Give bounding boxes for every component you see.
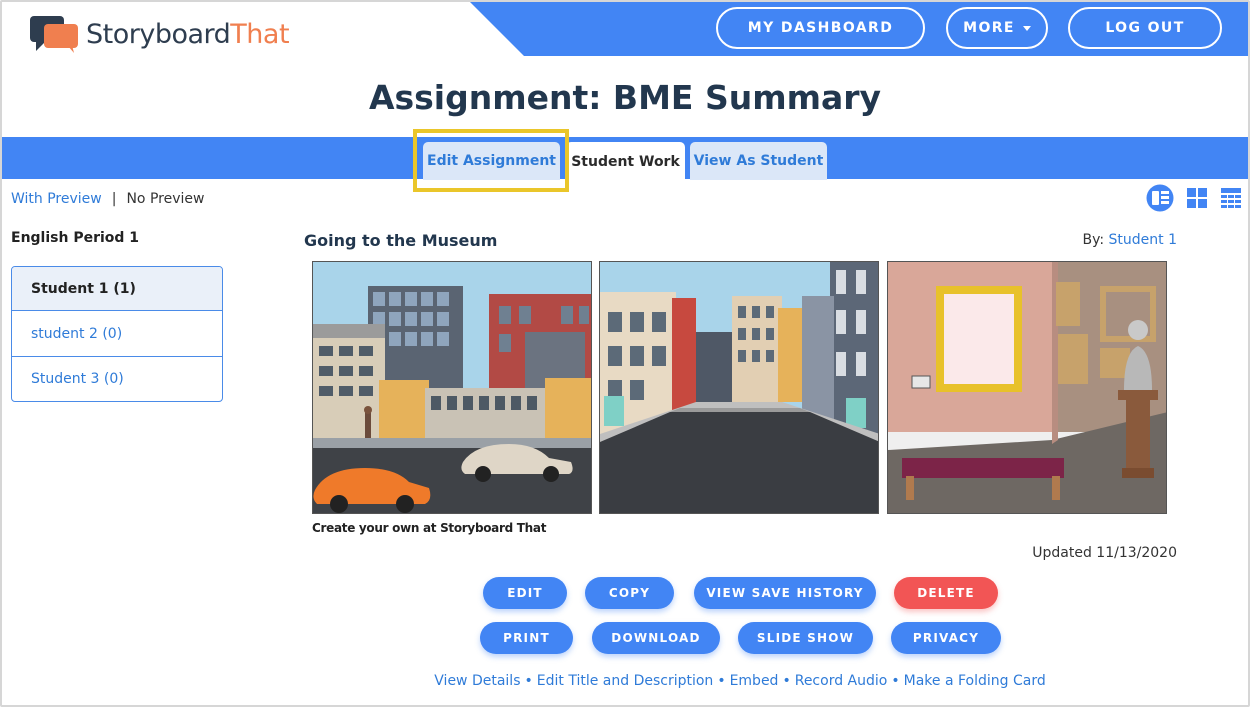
view-details-link[interactable]: View Details: [434, 673, 520, 689]
my-dashboard-button[interactable]: MY DASHBOARD: [716, 7, 925, 49]
storyboard-panel-2[interactable]: [599, 261, 879, 514]
tab-view-as-student[interactable]: View As Student: [690, 142, 827, 180]
with-preview-link[interactable]: With Preview: [11, 191, 102, 207]
brand-logo[interactable]: StoryboardThat: [28, 14, 290, 54]
brand-name-part2: That: [230, 18, 290, 50]
highlight-callout-box: [413, 129, 569, 192]
privacy-button[interactable]: PRIVACY: [891, 622, 1001, 654]
delete-button[interactable]: DELETE: [894, 577, 998, 609]
by-prefix: By:: [1082, 232, 1105, 248]
edit-title-description-link[interactable]: Edit Title and Description: [537, 673, 714, 689]
brand-name-part1: Storyboard: [86, 18, 231, 50]
grid-view-icon[interactable]: [1186, 187, 1208, 209]
updated-timestamp: Updated 11/13/2020: [1032, 545, 1177, 561]
print-button[interactable]: PRINT: [480, 622, 573, 654]
speech-bubbles-icon: [30, 16, 78, 53]
link-separator: •: [891, 673, 900, 689]
city-road-buildings-scene: [600, 262, 878, 513]
more-menu-button[interactable]: MORE: [946, 7, 1048, 49]
edit-button[interactable]: EDIT: [483, 577, 567, 609]
storyboard-links: View Details • Edit Title and Description •…: [0, 673, 1250, 689]
download-button[interactable]: DOWNLOAD: [592, 622, 720, 654]
preview-toggle: With Preview | No Preview: [11, 191, 204, 207]
storyboard-panel-1[interactable]: [312, 261, 592, 514]
link-separator: •: [782, 673, 791, 689]
storyboard-credit: Create your own at Storyboard That: [312, 521, 547, 535]
slide-show-button[interactable]: SLIDE SHOW: [738, 622, 873, 654]
no-preview-link[interactable]: No Preview: [126, 191, 204, 207]
student-list: Student 1 (1) student 2 (0) Student 3 (0…: [11, 266, 223, 402]
embed-link[interactable]: Embed: [730, 673, 779, 689]
page-title: Assignment: BME Summary: [368, 78, 882, 117]
student-item-2[interactable]: student 2 (0): [12, 311, 222, 356]
link-separator: •: [524, 673, 533, 689]
tab-student-work[interactable]: Student Work: [566, 142, 685, 181]
copy-button[interactable]: COPY: [585, 577, 674, 609]
storyboard-byline: By: Student 1: [1082, 232, 1177, 248]
student-item-3[interactable]: Student 3 (0): [12, 356, 222, 401]
view-save-history-button[interactable]: VIEW SAVE HISTORY: [694, 577, 876, 609]
make-folding-card-link[interactable]: Make a Folding Card: [904, 673, 1046, 689]
storyboard-panel-3[interactable]: [887, 261, 1167, 514]
link-separator: •: [717, 673, 726, 689]
preview-separator: |: [111, 191, 117, 207]
class-title: English Period 1: [11, 230, 140, 246]
view-mode-icons: [1134, 184, 1242, 212]
author-link[interactable]: Student 1: [1109, 232, 1177, 248]
list-view-icon[interactable]: [1146, 184, 1174, 212]
museum-gallery-interior-scene: [888, 262, 1166, 513]
storyboard-title: Going to the Museum: [304, 231, 498, 250]
record-audio-link[interactable]: Record Audio: [795, 673, 888, 689]
log-out-button[interactable]: LOG OUT: [1068, 7, 1222, 49]
city-street-with-cars-scene: [313, 262, 591, 513]
caret-down-icon: [1022, 25, 1031, 31]
student-item-1[interactable]: Student 1 (1): [12, 267, 222, 311]
more-label: MORE: [963, 20, 1015, 36]
table-view-icon[interactable]: [1220, 187, 1242, 209]
